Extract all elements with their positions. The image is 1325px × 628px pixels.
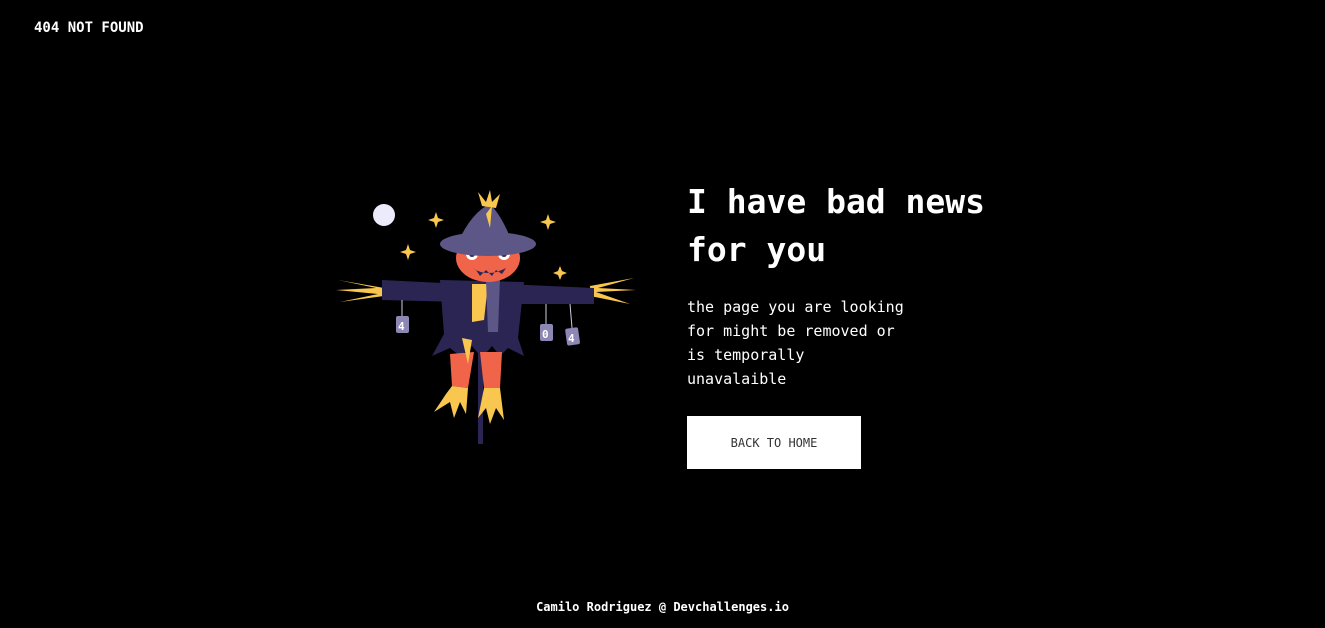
can-digit-1: 4 bbox=[398, 320, 405, 333]
site-logo[interactable]: 404 NOT FOUND bbox=[34, 20, 144, 36]
scarecrow-icon: 4 0 4 bbox=[336, 190, 636, 444]
can-digit-2: 0 bbox=[542, 328, 549, 341]
footer-credit: Camilo Rodriguez @ Devchallenges.io bbox=[536, 600, 789, 614]
error-message: the page you are looking for might be re… bbox=[687, 298, 904, 388]
scarecrow-illustration: 4 0 4 bbox=[332, 188, 642, 450]
moon-icon bbox=[373, 204, 395, 226]
page-title: I have bad news for you bbox=[687, 182, 986, 269]
error-content: I have bad news for you the page you are… bbox=[687, 178, 1007, 469]
can-digit-3: 4 bbox=[568, 332, 575, 345]
back-to-home-button[interactable]: BACK TO HOME bbox=[687, 416, 861, 469]
